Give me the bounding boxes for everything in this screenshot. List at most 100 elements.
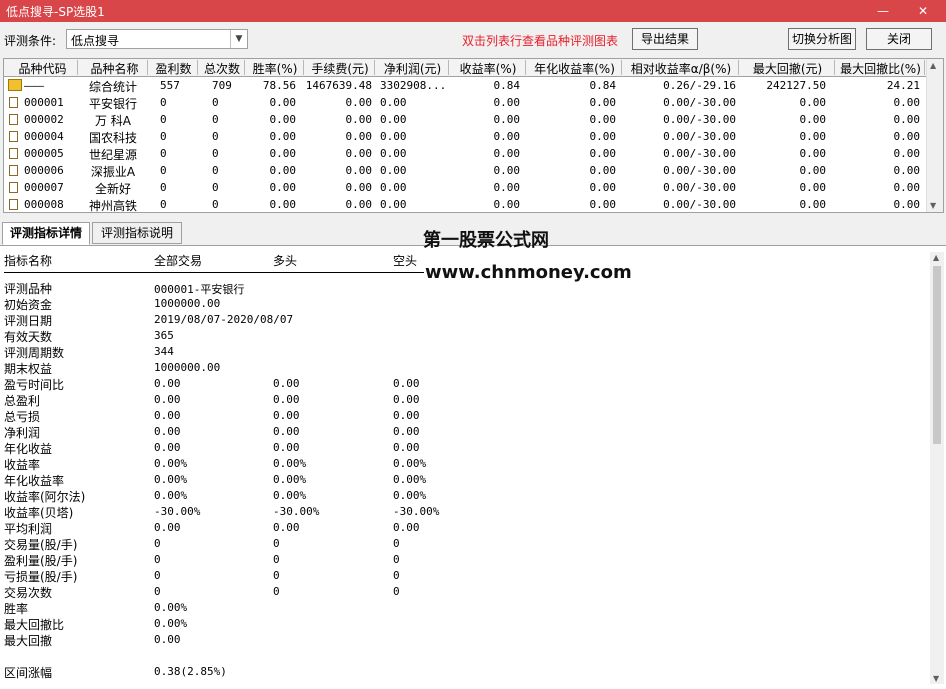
metric-long: 0.00 <box>273 441 300 454</box>
cell-net: 0.00 <box>380 147 407 160</box>
cell-rate: 0.00 <box>269 130 297 143</box>
column-header[interactable]: 品种代码 <box>8 60 78 76</box>
metric-row: 总亏损 0.00 0.00 0.00 <box>0 408 920 424</box>
cell-annual: 0.00 <box>589 130 617 143</box>
grid-scrollbar[interactable]: ▲ ▼ <box>926 59 943 212</box>
cell-fee: 0.00 <box>345 130 373 143</box>
column-header[interactable]: 收益率(%) <box>451 60 526 76</box>
table-row[interactable]: 000001 平安银行 0 0 0.00 0.00 0.00 0.00 0.00 0.00/-30… <box>4 94 927 111</box>
column-header[interactable]: 盈利数 <box>150 60 198 76</box>
document-icon <box>9 148 18 159</box>
metric-short: 0 <box>393 553 400 566</box>
cell-dd: 0.00 <box>799 198 827 211</box>
cell-name: 深振业A <box>90 165 136 179</box>
metric-name: 评测周期数 <box>4 346 65 360</box>
metric-name: 收益率 <box>4 458 41 472</box>
metric-name: 收益率(阿尔法) <box>4 490 86 504</box>
metric-name: 区间涨幅 <box>4 666 53 680</box>
cell-total: 0 <box>212 130 219 143</box>
cell-total: 709 <box>212 79 232 92</box>
table-row[interactable]: 000006 深振业A 0 0 0.00 0.00 0.00 0.00 0.00 0.00/-30… <box>4 162 927 179</box>
summary-row[interactable]: ——— 综合统计 557 709 78.56 1467639.48 3302908... 0.… <box>4 77 927 94</box>
metric-all: 365 <box>154 329 174 342</box>
metric-name: 最大回撤比 <box>4 618 65 632</box>
column-header[interactable]: 胜率(%) <box>247 60 304 76</box>
cell-rate: 0.00 <box>269 181 297 194</box>
scroll-up-icon[interactable]: ▲ <box>930 61 936 70</box>
metric-long: 0 <box>273 537 280 550</box>
minimize-button[interactable]: — <box>870 2 896 20</box>
cell-rel: 0.00/-30.00 <box>663 96 736 109</box>
export-button[interactable]: 导出结果 <box>632 28 698 50</box>
column-header[interactable]: 最大回撤(元) <box>741 60 835 76</box>
table-row[interactable]: 000004 国农科技 0 0 0.00 0.00 0.00 0.00 0.00 0.00/-30… <box>4 128 927 145</box>
column-header[interactable]: 相对收益率α/β(%) <box>624 60 739 76</box>
cell-fee: 0.00 <box>345 113 373 126</box>
condition-select[interactable]: 低点搜寻 ▼ <box>66 29 248 49</box>
metric-row: 最大回撤 0.00 <box>0 632 920 648</box>
header-short: 空头 <box>393 254 418 268</box>
metric-name: 评测日期 <box>4 314 53 328</box>
column-header[interactable]: 总次数 <box>200 60 245 76</box>
metric-all: 000001-平安银行 <box>154 283 245 296</box>
cell-total: 0 <box>212 181 219 194</box>
cell-annual: 0.00 <box>589 113 617 126</box>
column-header[interactable]: 净利润(元) <box>377 60 449 76</box>
cell-name: 世纪星源 <box>88 148 137 162</box>
tab-detail[interactable]: 评测指标详情 <box>2 222 90 245</box>
scroll-up-icon[interactable]: ▲ <box>933 253 939 262</box>
cell-win: 0 <box>160 198 167 211</box>
scroll-down-icon[interactable]: ▼ <box>930 201 936 210</box>
cell-rel: 0.00/-30.00 <box>663 164 736 177</box>
metric-all: 0.00 <box>154 377 181 390</box>
metric-short: 0.00 <box>393 377 420 390</box>
tab-explain[interactable]: 评测指标说明 <box>92 222 182 244</box>
cell-code: 000007 <box>24 181 64 194</box>
scroll-down-icon[interactable]: ▼ <box>933 674 939 683</box>
metric-name: 年化收益率 <box>4 474 65 488</box>
metric-row: 最大回撤比 0.00% <box>0 616 920 632</box>
cell-net: 0.00 <box>380 164 407 177</box>
metric-name: 亏损量(股/手) <box>4 570 78 584</box>
close-window-button[interactable]: ✕ <box>910 2 936 20</box>
cell-win: 0 <box>160 164 167 177</box>
detail-scrollbar[interactable]: ▲ ▼ <box>930 252 944 684</box>
metric-all: 344 <box>154 345 174 358</box>
toolbar: 评测条件: 低点搜寻 ▼ 双击列表行查看品种评测图表 导出结果 切换分析图 关闭 <box>0 28 946 54</box>
cell-win: 0 <box>160 113 167 126</box>
cell-rate: 0.00 <box>269 147 297 160</box>
metric-short: 0.00% <box>393 473 427 486</box>
cell-name: 平安银行 <box>88 97 137 111</box>
cell-total: 0 <box>212 113 219 126</box>
metric-long: 0 <box>273 569 280 582</box>
header-all-trades: 全部交易 <box>154 254 203 268</box>
cell-dd: 0.00 <box>799 164 827 177</box>
metric-long: 0.00 <box>273 393 300 406</box>
scroll-thumb[interactable] <box>933 266 941 444</box>
table-row[interactable]: 000005 世纪星源 0 0 0.00 0.00 0.00 0.00 0.00 0.00/-30… <box>4 145 927 162</box>
cell-code: 000008 <box>24 198 64 211</box>
chevron-down-icon[interactable]: ▼ <box>230 30 247 48</box>
table-row[interactable]: 000002 万 科A 0 0 0.00 0.00 0.00 0.00 0.00 0.00/-30… <box>4 111 927 128</box>
cell-ret: 0.00 <box>493 181 521 194</box>
column-header[interactable]: 手续费(元) <box>306 60 375 76</box>
close-button[interactable]: 关闭 <box>866 28 932 50</box>
metric-row: 盈亏时间比 0.00 0.00 0.00 <box>0 376 920 392</box>
cell-net: 0.00 <box>380 198 407 211</box>
metric-name: 胜率 <box>4 602 29 616</box>
metric-name: 期末权益 <box>4 362 53 376</box>
column-header[interactable]: 最大回撤比(%) <box>837 60 925 76</box>
column-header[interactable]: 品种名称 <box>82 60 148 76</box>
metric-row: 评测周期数 344 <box>0 344 920 360</box>
metric-all: 0.00% <box>154 601 188 614</box>
cell-rate: 0.00 <box>269 113 297 126</box>
table-row[interactable]: 000008 神州高铁 0 0 0.00 0.00 0.00 0.00 0.00 0.00/-30… <box>4 196 927 212</box>
switch-chart-button[interactable]: 切换分析图 <box>788 28 856 50</box>
cell-net: 0.00 <box>380 113 407 126</box>
table-row[interactable]: 000007 全新好 0 0 0.00 0.00 0.00 0.00 0.00 0.00/-30.… <box>4 179 927 196</box>
results-grid[interactable]: 品种代码 品种名称 盈利数 总次数 胜率(%) 手续费(元) 净利润(元) 收益率(%) 年化收… <box>3 58 944 213</box>
column-header[interactable]: 年化收益率(%) <box>528 60 622 76</box>
document-icon <box>9 165 18 176</box>
metric-name: 有效天数 <box>4 330 53 344</box>
metric-row: 年化收益率 0.00% 0.00% 0.00% <box>0 472 920 488</box>
